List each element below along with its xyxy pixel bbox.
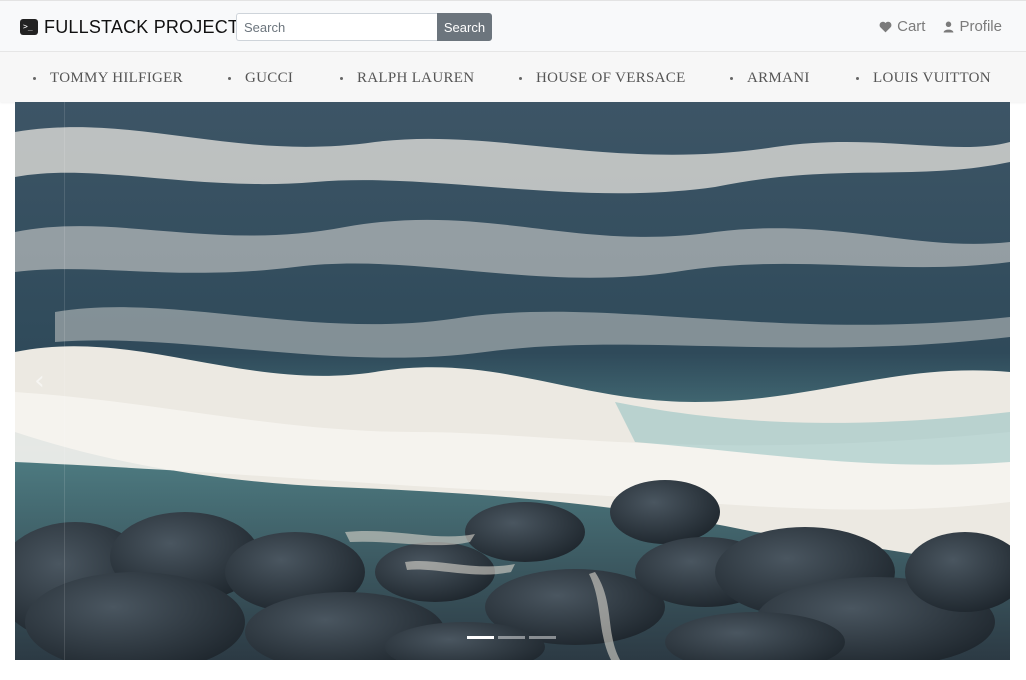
brand-link-label: LOUIS VUITTON [873,69,991,86]
bullet-icon [856,76,859,80]
brand-link-ralph-lauren[interactable]: RALPH LAUREN [340,69,474,87]
terminal-icon: >_ [20,19,38,35]
hero-carousel: ‹ [15,102,1010,660]
brand-link-label: HOUSE OF VERSACE [536,69,686,86]
brand-link-louis-vuitton[interactable]: LOUIS VUITTON [856,69,991,87]
brand-link-label: GUCCI [245,69,294,86]
carousel-indicator-2[interactable] [498,636,525,639]
user-icon [943,21,954,33]
carousel-indicator-1[interactable] [467,636,494,639]
brand-logo[interactable]: >_ FULLSTACK PROJECT [20,15,239,39]
brand-link-armani[interactable]: ARMANI [730,69,810,87]
profile-label: Profile [959,18,1002,35]
cart-label: Cart [897,18,926,35]
ocean-waves-image [15,102,1010,660]
carousel-prev-button[interactable]: ‹ [15,102,65,660]
bullet-icon [519,76,522,80]
bullet-icon [33,76,36,80]
bullet-icon [228,76,231,80]
chevron-left-icon: ‹ [34,366,45,396]
carousel-indicators [467,636,556,639]
bullet-icon [340,76,343,80]
search-input[interactable] [236,13,438,41]
brand-link-label: ARMANI [747,69,810,86]
brand-link-gucci[interactable]: GUCCI [228,69,293,87]
bullet-icon [730,76,733,80]
brand-link-house-of-versace[interactable]: HOUSE OF VERSACE [519,69,686,87]
brand-title: FULLSTACK PROJECT [44,16,240,37]
profile-link[interactable]: Profile [943,18,1002,35]
carousel-indicator-3[interactable] [529,636,556,639]
top-navbar: >_ FULLSTACK PROJECT Search Cart Profile [0,0,1026,52]
brand-link-tommy-hilfiger[interactable]: TOMMY HILFIGER [33,69,183,87]
brand-link-label: TOMMY HILFIGER [50,69,183,86]
nav-right-links: Cart Profile [879,18,1002,35]
cart-link[interactable]: Cart [879,18,925,35]
brand-nav-bar: TOMMY HILFIGER GUCCI RALPH LAUREN HOUSE … [0,52,1026,102]
heart-icon [879,21,892,33]
brand-link-label: RALPH LAUREN [357,69,475,86]
search-button[interactable]: Search [437,13,492,41]
